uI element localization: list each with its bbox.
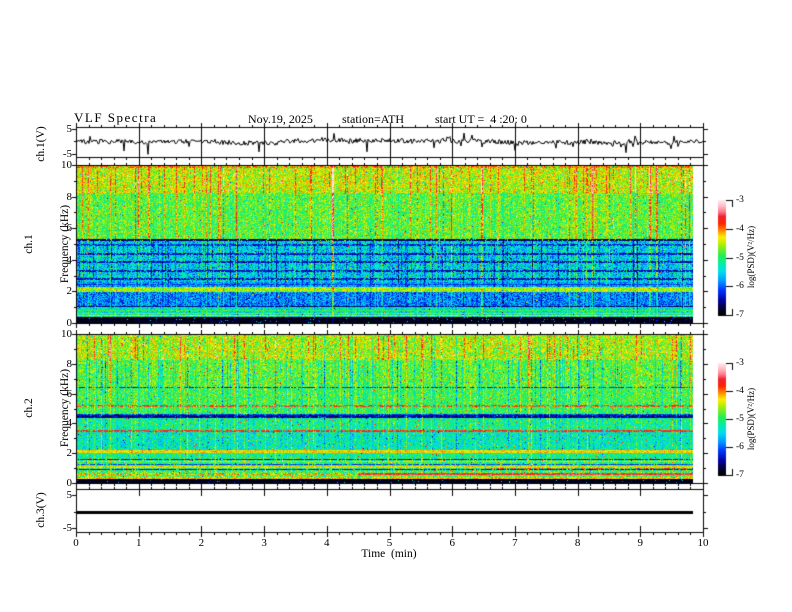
x-tick-label: 8	[574, 537, 581, 549]
ch2-spect-y-tick-label: 10	[61, 328, 72, 340]
ch3-wave-y-tick-label: -5	[62, 522, 72, 534]
colorbar2-tick-label: -5	[736, 414, 744, 424]
ch1-spect-y-tick-label: 10	[61, 159, 72, 171]
colorbar2-tick-label: -4	[736, 386, 744, 396]
colorbar1-tick-label: -5	[736, 252, 744, 263]
ch2-spect-y-tick-label: 0	[66, 477, 73, 489]
ch1-spect-y-axis-label-line2: Frequency (kHz)	[59, 204, 71, 284]
x-tick-label: 4	[324, 537, 330, 549]
time-axis-label: Time (min)	[361, 548, 417, 560]
colorbar1-label: log(PSD)(V²/Hz)	[746, 225, 756, 289]
ch2-spect-y-axis-label-line1: ch.2	[23, 398, 35, 418]
x-tick-label: 7	[512, 537, 518, 549]
colorbar1-tick-label: -3	[736, 195, 744, 205]
colorbar2-tick-label: -3	[736, 358, 744, 368]
colorbar1-tick-label: -4	[736, 223, 744, 234]
ch1-spect-y-tick-label: 4	[66, 253, 73, 266]
ch2-spect-y-axis-label-line2: Frequency (kHz)	[59, 368, 71, 448]
ch2-spect-y-axis-label: ch.2 Frequency (kHz)	[0, 369, 95, 447]
plot-canvas	[0, 0, 792, 612]
x-tick-label: 1	[135, 537, 142, 549]
ch1-spect-y-tick-label: 6	[66, 222, 73, 235]
ch2-spect-y-tick-label: 2	[66, 447, 73, 460]
ch3-wave-y-tick-label: 5	[66, 489, 73, 501]
ch1-spect-y-tick-label: 2	[66, 285, 73, 298]
colorbar2-label: log(PSD)(V²/Hz)	[746, 387, 756, 451]
start-ut-label: start UT = 4 :20: 0	[435, 112, 527, 126]
station-label: station=ATH	[342, 112, 405, 126]
x-tick-label: 9	[637, 537, 644, 549]
ch1-spect-y-axis-label: ch.1 Frequency (kHz)	[0, 205, 95, 283]
x-tick-label: 6	[449, 537, 455, 549]
ch1-spect-y-tick-label: 8	[66, 190, 73, 203]
x-tick-label: 5	[386, 537, 393, 549]
ch1-wave-y-tick-label: 5	[66, 122, 73, 135]
ch1-wave-y-tick-label: -5	[62, 147, 72, 160]
x-tick-label: 2	[198, 537, 205, 549]
x-tick-label: 0	[73, 537, 79, 549]
x-tick-label: 3	[261, 537, 267, 549]
figure-title: VLF Spectra	[74, 110, 158, 125]
ch1-spect-y-axis-label-line1: ch.1	[23, 234, 35, 254]
x-tick-label: 10	[697, 537, 709, 549]
date-label: Nov.19, 2025	[248, 112, 313, 126]
colorbar1-tick-label: -6	[736, 281, 744, 292]
colorbar2-tick-label: -7	[736, 470, 744, 480]
colorbar1-tick-label: -7	[736, 310, 744, 320]
ch2-spect-y-tick-label: 6	[66, 387, 73, 400]
vlf-spectra-figure: VLF Spectra Nov.19, 2025 station=ATH sta…	[0, 0, 792, 612]
ch2-spect-y-tick-label: 4	[66, 417, 73, 430]
ch2-spect-y-tick-label: 8	[66, 357, 73, 370]
colorbar2-tick-label: -6	[736, 442, 744, 452]
